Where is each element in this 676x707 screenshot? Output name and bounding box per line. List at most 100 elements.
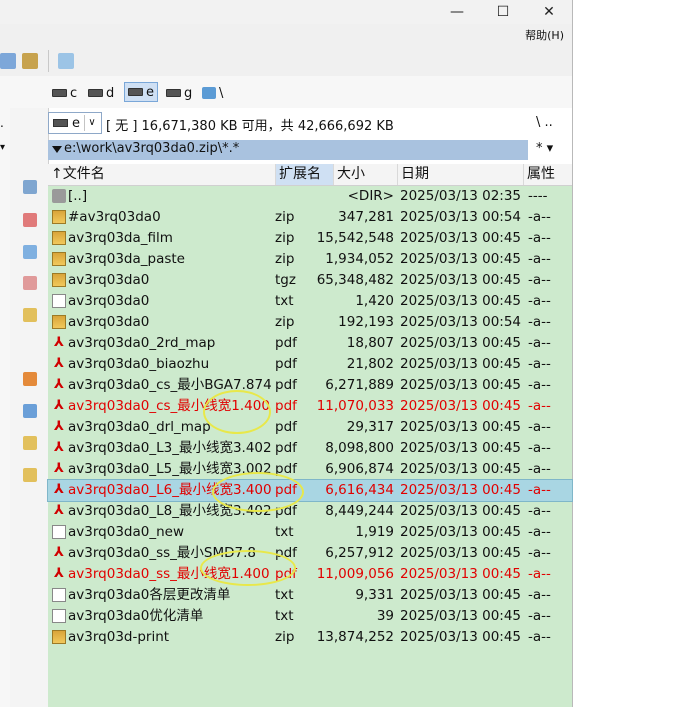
drive-letter: \ xyxy=(219,85,224,101)
file-row[interactable]: ⅄ av3rq03da0_drl_map pdf 29,317 2025/03/13 0… xyxy=(48,417,572,438)
pdf-file-icon: ⅄ xyxy=(54,461,64,476)
file-row[interactable]: av3rq03da0 zip 192,193 2025/03/13 00:54 -a-- xyxy=(48,312,572,333)
file-attr: -a-- xyxy=(528,230,551,246)
close-button[interactable]: ✕ xyxy=(526,0,572,24)
file-date: 2025/03/13 00:45 xyxy=(400,293,522,309)
hard-drive-icon xyxy=(166,89,181,97)
file-row[interactable]: av3rq03da0优化清单 txt 39 2025/03/13 00:45 -a-- xyxy=(48,606,572,627)
drive-e-button[interactable]: e xyxy=(124,82,158,102)
maximize-button[interactable]: ☐ xyxy=(480,0,526,24)
column-attr[interactable]: 属性 xyxy=(524,164,572,185)
drive-letter: c xyxy=(70,85,78,101)
pdf-file-icon: ⅄ xyxy=(54,377,64,392)
drive-g-button[interactable]: g xyxy=(166,84,192,102)
archive-icon xyxy=(52,315,66,329)
column-date[interactable]: 日期 xyxy=(398,164,524,185)
drive-c-button[interactable]: c xyxy=(52,84,77,102)
folder-icon[interactable] xyxy=(23,468,37,482)
file-date: 2025/03/13 00:45 xyxy=(400,545,522,561)
file-row[interactable]: #av3rq03da0 zip 347,281 2025/03/13 00:54 -a-… xyxy=(48,207,572,228)
drive-letter: d xyxy=(106,85,115,101)
file-row[interactable]: av3rq03da_film zip 15,542,548 2025/03/13 00… xyxy=(48,228,572,249)
file-list-header: ↑文件名 扩展名 大小 日期 属性 xyxy=(48,164,572,186)
notepad-icon[interactable] xyxy=(58,53,74,69)
file-row[interactable]: ⅄ av3rq03da0_biaozhu pdf 21,802 2025/03/13 0… xyxy=(48,354,572,375)
file-row[interactable]: av3rq03da0各层更改清单 txt 9,331 2025/03/13 00:45… xyxy=(48,585,572,606)
archive-icon xyxy=(52,231,66,245)
file-date: 2025/03/13 00:54 xyxy=(400,209,522,225)
move-icon[interactable] xyxy=(23,276,37,290)
folder-up-icon xyxy=(52,189,66,203)
file-date: 2025/03/13 00:45 xyxy=(400,587,522,603)
file-row[interactable]: ⅄ av3rq03da0_ss_最小SMD7.8 pdf 6,257,912 2025/… xyxy=(48,543,572,564)
left-panel-marker: . xyxy=(0,116,4,130)
current-path: e:\work\av3rq03da0.zip\*.* xyxy=(64,141,240,156)
column-size[interactable]: 大小 xyxy=(334,164,398,185)
drive-combo-value: e xyxy=(72,115,80,131)
file-date: 2025/03/13 00:45 xyxy=(400,608,522,624)
file-row[interactable]: av3rq03da_paste zip 1,934,052 2025/03/13 00… xyxy=(48,249,572,270)
file-size: 6,616,434 xyxy=(325,482,394,498)
file-attr: -a-- xyxy=(528,482,551,498)
root-up-buttons[interactable]: \ .. xyxy=(536,115,553,130)
file-row[interactable]: ⅄ av3rq03da0_2rd_map pdf 18,807 2025/03/13 0… xyxy=(48,333,572,354)
path-filter[interactable]: * ▾ xyxy=(530,140,572,160)
file-size: 8,098,800 xyxy=(325,440,394,456)
left-panel-marker: ▾ xyxy=(0,142,6,153)
file-name: av3rq03da0_L6_最小线宽3.400 xyxy=(68,482,272,498)
delete-icon[interactable] xyxy=(23,213,37,227)
file-name: av3rq03da0_drl_map xyxy=(68,419,211,435)
file-row[interactable]: av3rq03d-print zip 13,874,252 2025/03/13 00… xyxy=(48,627,572,648)
chevron-down-icon[interactable]: ∨ xyxy=(84,115,99,131)
desktop-background xyxy=(572,0,676,707)
file-row[interactable]: av3rq03da0 tgz 65,348,482 2025/03/13 00:45-… xyxy=(48,270,572,291)
hard-drive-icon xyxy=(88,89,103,97)
archive-icon xyxy=(52,252,66,266)
file-row[interactable]: ⅄ av3rq03da0_cs_最小BGA7.874 pdf 6,271,889 202… xyxy=(48,375,572,396)
grid-icon[interactable] xyxy=(0,53,16,69)
drive-d-button[interactable]: d xyxy=(88,84,114,102)
file-row[interactable]: ⅄ av3rq03da0_ss_最小线宽1.400 pdf 11,009,056 202… xyxy=(48,564,572,585)
gift-icon[interactable] xyxy=(23,372,37,386)
file-row[interactable]: av3rq03da0_new txt 1,919 2025/03/13 00:45 -a… xyxy=(48,522,572,543)
copy-icon[interactable] xyxy=(23,245,37,259)
drive-combo[interactable]: e ∨ xyxy=(48,112,102,134)
package-icon[interactable] xyxy=(22,53,38,69)
minimize-button[interactable]: — xyxy=(434,0,480,24)
file-date: 2025/03/13 00:45 xyxy=(400,440,522,456)
toolbar-separator xyxy=(48,50,49,72)
hard-drive-icon xyxy=(52,89,67,97)
path-bar[interactable]: e:\work\av3rq03da0.zip\*.* xyxy=(48,140,528,160)
file-date: 2025/03/13 00:45 xyxy=(400,398,522,414)
file-name: av3rq03da_film xyxy=(68,230,173,246)
folder-icon[interactable] xyxy=(23,308,37,322)
file-attr: -a-- xyxy=(528,503,551,519)
file-size: 11,009,056 xyxy=(316,566,394,582)
network-icon xyxy=(202,87,216,99)
file-size: 65,348,482 xyxy=(316,272,394,288)
pdf-file-icon: ⅄ xyxy=(54,482,64,497)
file-row[interactable]: ⅄ av3rq03da0_L3_最小线宽3.402 pdf 8,098,800 2025… xyxy=(48,438,572,459)
filter-symbols: * ▾ xyxy=(536,141,554,156)
file-name: av3rq03da0_cs_最小线宽1.400 xyxy=(68,398,270,414)
history-dropdown-icon[interactable] xyxy=(52,146,62,153)
file-row[interactable]: ⅄ av3rq03da0_L5_最小线宽3.002 pdf 6,906,874 2025… xyxy=(48,459,572,480)
file-size: 15,542,548 xyxy=(316,230,394,246)
file-date: 2025/03/13 00:45 xyxy=(400,503,522,519)
plugin-icon[interactable] xyxy=(23,404,37,418)
folder-icon[interactable] xyxy=(23,436,37,450)
column-ext[interactable]: 扩展名 xyxy=(276,164,334,185)
column-name[interactable]: ↑文件名 xyxy=(48,164,276,185)
menu-help[interactable]: 帮助(H) xyxy=(525,27,564,43)
network-drive-button[interactable]: \ xyxy=(202,84,223,102)
file-name: av3rq03da0_L5_最小线宽3.002 xyxy=(68,461,272,477)
pdf-file-icon: ⅄ xyxy=(54,545,64,560)
file-date: 2025/03/13 00:45 xyxy=(400,482,522,498)
file-row[interactable]: av3rq03da0 txt 1,420 2025/03/13 00:45 -a-- xyxy=(48,291,572,312)
file-row[interactable]: ⅄ av3rq03da0_L8_最小线宽3.402 pdf 8,449,244 2025… xyxy=(48,501,572,522)
file-row[interactable]: [..] <DIR> 2025/03/13 02:35 ---- xyxy=(48,186,572,207)
file-row[interactable]: ⅄ av3rq03da0_cs_最小线宽1.400 pdf 11,070,033 202… xyxy=(48,396,572,417)
search-icon[interactable] xyxy=(23,180,37,194)
file-row[interactable]: ⅄ av3rq03da0_L6_最小线宽3.400 pdf 6,616,434 2025… xyxy=(47,479,573,502)
file-name: av3rq03d-print xyxy=(68,629,170,645)
